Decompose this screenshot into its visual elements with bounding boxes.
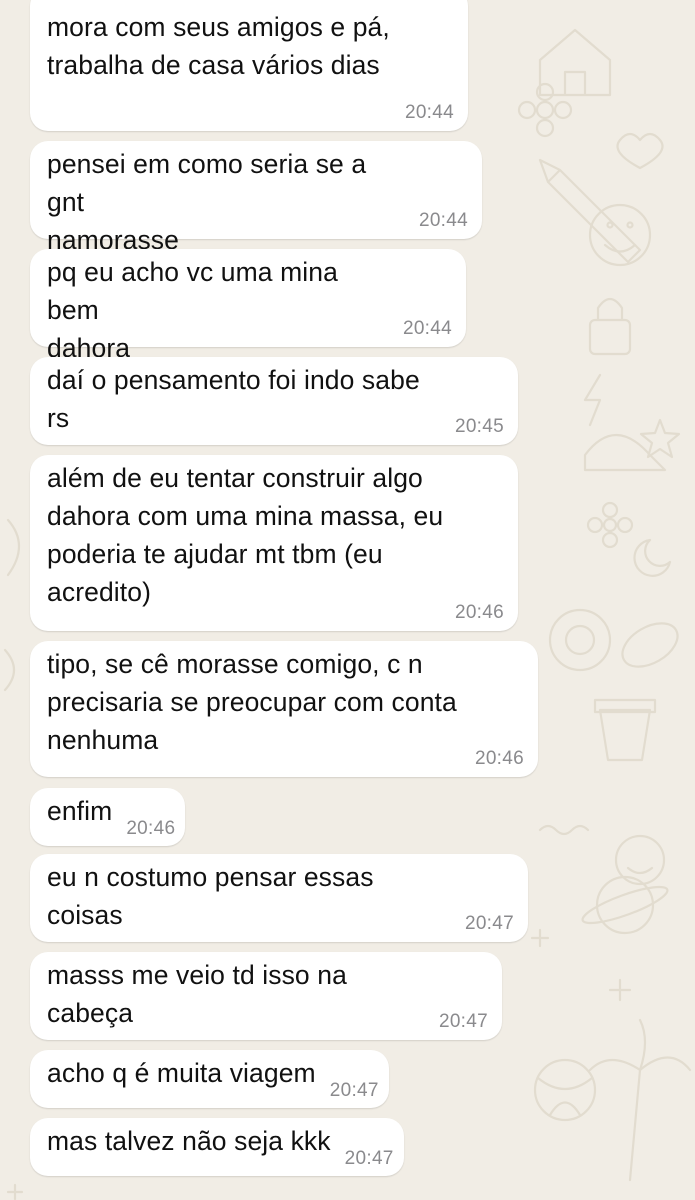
message-timestamp: 20:47: [438, 1011, 488, 1032]
message-bubble[interactable]: além de eu tentar construir algo dahora …: [30, 455, 518, 631]
message-timestamp: 20:47: [329, 1080, 379, 1101]
message-timestamp: 20:44: [402, 318, 452, 339]
message-timestamp: 20:46: [126, 818, 176, 839]
message-timestamp: 20:44: [418, 210, 468, 231]
message-bubble[interactable]: mas talvez não seja kkk 20:47: [30, 1118, 404, 1176]
message-timestamp: 20:45: [454, 416, 504, 437]
message-list: mora com seus amigos e pá, trabalha de c…: [0, 0, 695, 1200]
message-bubble[interactable]: pensei em como seria se a gnt namorasse …: [30, 141, 482, 255]
message-bubble[interactable]: eu n costumo pensar essas coisas 20:47: [30, 854, 528, 942]
message-timestamp: 20:47: [344, 1148, 394, 1169]
message-bubble[interactable]: tipo, se cê morasse comigo, c n precisar…: [30, 641, 538, 777]
message-timestamp: 20:46: [454, 602, 504, 623]
message-bubble[interactable]: acho q é muita viagem 20:47: [30, 1050, 389, 1108]
message-bubble[interactable]: pq eu acho vc uma mina bem dahora 20:44: [30, 249, 466, 363]
message-text: daí o pensamento foi indo sabe rs: [47, 365, 420, 433]
message-text: mora com seus amigos e pá, trabalha de c…: [47, 12, 390, 80]
message-text: enfim: [47, 796, 113, 826]
message-timestamp: 20:47: [464, 913, 514, 934]
message-text: tipo, se cê morasse comigo, c n precisar…: [47, 649, 457, 755]
message-bubble[interactable]: enfim 20:46: [30, 788, 186, 846]
message-text: acho q é muita viagem: [47, 1058, 316, 1088]
message-timestamp: 20:46: [474, 748, 524, 769]
message-text: masss me veio td isso na cabeça: [47, 960, 347, 1028]
message-text: mas talvez não seja kkk: [47, 1126, 331, 1156]
message-text: pensei em como seria se a gnt namorasse: [47, 149, 367, 255]
message-text: eu n costumo pensar essas coisas: [47, 862, 374, 930]
message-bubble[interactable]: mora com seus amigos e pá, trabalha de c…: [30, 0, 468, 131]
message-bubble[interactable]: masss me veio td isso na cabeça 20:47: [30, 952, 502, 1040]
message-bubble[interactable]: daí o pensamento foi indo sabe rs 20:45: [30, 357, 518, 445]
message-text: pq eu acho vc uma mina bem dahora: [47, 257, 338, 363]
message-timestamp: 20:44: [404, 102, 454, 123]
message-text: além de eu tentar construir algo dahora …: [47, 463, 444, 607]
